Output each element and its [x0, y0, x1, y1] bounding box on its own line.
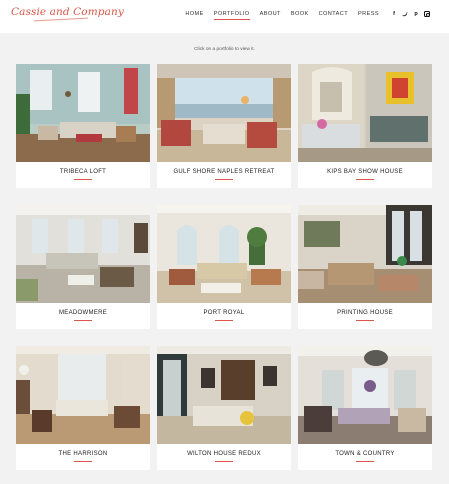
title-underline	[74, 179, 92, 180]
title-underline	[356, 461, 374, 462]
title-underline	[215, 320, 233, 321]
instagram-icon[interactable]	[424, 11, 430, 17]
nav-contact[interactable]: CONTACT	[319, 11, 348, 17]
portfolio-card-meadowmere[interactable]: MEADOWMERE	[16, 205, 150, 329]
social-links: f p	[391, 11, 430, 17]
facebook-icon[interactable]: f	[391, 11, 397, 17]
portfolio-photo	[157, 64, 291, 162]
title-underline	[74, 320, 92, 321]
logo-flourish	[34, 17, 88, 22]
twitter-icon[interactable]	[402, 11, 408, 17]
portfolio-photo	[298, 64, 432, 162]
title-underline	[356, 320, 374, 321]
portfolio-title: MEADOWMERE	[59, 310, 107, 316]
portfolio-photo	[157, 205, 291, 303]
portfolio-card-tribeca-loft[interactable]: TRIBECA LOFT	[16, 64, 150, 188]
portfolio-card-the-harrison[interactable]: THE HARRISON	[16, 346, 150, 470]
title-underline	[215, 461, 233, 462]
portfolio-photo	[16, 346, 150, 444]
portfolio-title: TOWN & COUNTRY	[335, 451, 395, 457]
portfolio-title: TRIBECA LOFT	[59, 169, 107, 175]
portfolio-title: PORT ROYAL	[203, 310, 245, 316]
portfolio-card-gulf-shore-naples-retreat[interactable]: GULF SHORE NAPLES RETREAT	[157, 64, 291, 188]
nav-press[interactable]: PRESS	[358, 11, 379, 17]
title-underline	[356, 179, 374, 180]
portfolio-title: PRINTING HOUSE	[337, 310, 393, 316]
nav-book[interactable]: BOOK	[291, 11, 309, 17]
nav-portfolio[interactable]: PORTFOLIO	[213, 11, 250, 20]
portfolio-title: THE HARRISON	[58, 451, 108, 457]
portfolio-card-wilton-house-redux[interactable]: WILTON HOUSE REDUX	[157, 346, 291, 470]
portfolio-card-printing-house[interactable]: PRINTING HOUSE	[298, 205, 432, 329]
portfolio-photo	[16, 205, 150, 303]
portfolio-photo	[157, 346, 291, 444]
portfolio-photo	[298, 205, 432, 303]
portfolio-photo	[298, 346, 432, 444]
portfolio-title: GULF SHORE NAPLES RETREAT	[173, 169, 275, 175]
pinterest-icon[interactable]: p	[413, 11, 419, 17]
portfolio-card-town-and-country[interactable]: TOWN & COUNTRY	[298, 346, 432, 470]
instruction-text: Click on a portfolio to view it.	[194, 47, 255, 52]
portfolio-card-kips-bay-show-house[interactable]: KIPS BAY SHOW HOUSE	[298, 64, 432, 188]
nav-about[interactable]: ABOUT	[260, 11, 281, 17]
portfolio-title: WILTON HOUSE REDUX	[187, 451, 261, 457]
site-logo[interactable]: Cassie and Company	[11, 6, 124, 18]
title-underline	[74, 461, 92, 462]
site-header: Cassie and Company HOME PORTFOLIO ABOUT …	[0, 0, 449, 33]
portfolio-photo	[16, 64, 150, 162]
portfolio-title: KIPS BAY SHOW HOUSE	[327, 169, 403, 175]
title-underline	[215, 179, 233, 180]
nav-home[interactable]: HOME	[185, 11, 203, 17]
main-nav: HOME PORTFOLIO ABOUT BOOK CONTACT PRESS …	[185, 11, 430, 20]
portfolio-card-port-royal[interactable]: PORT ROYAL	[157, 205, 291, 329]
